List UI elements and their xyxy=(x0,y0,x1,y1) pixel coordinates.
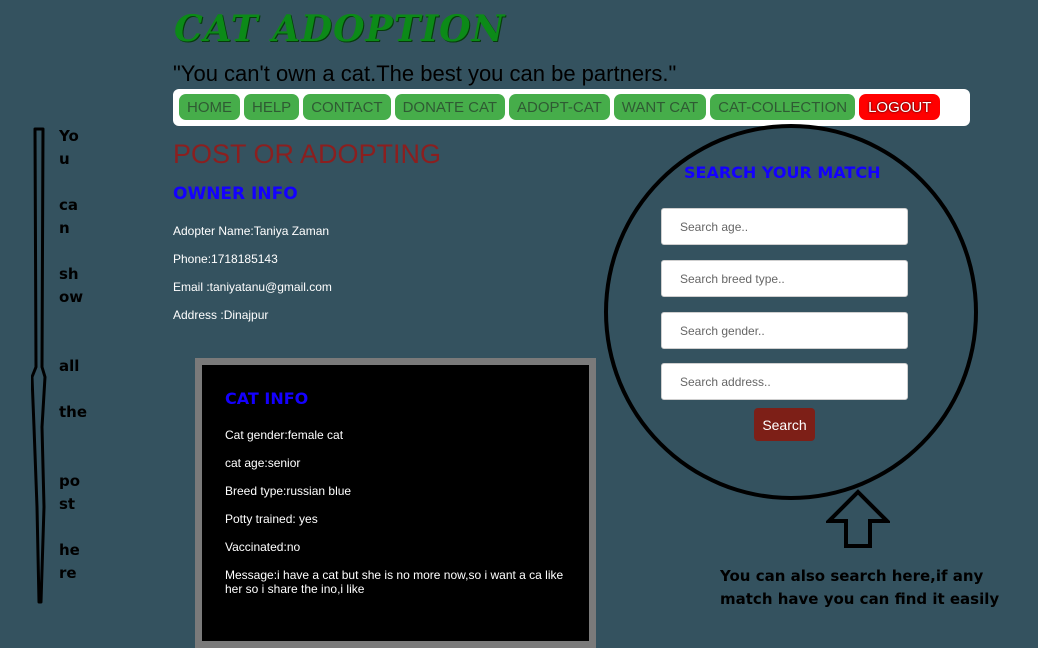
logout-button[interactable]: LOGOUT xyxy=(859,94,941,120)
side-word: the xyxy=(59,403,88,421)
owner-phone: Phone:1718185143 xyxy=(173,252,278,266)
search-breed-input[interactable] xyxy=(661,260,908,297)
side-word: all xyxy=(59,357,80,375)
side-word: st xyxy=(59,495,76,513)
side-word: n xyxy=(59,219,70,237)
cat-age: cat age:senior xyxy=(225,456,301,470)
main-nav: HOME HELP CONTACT DONATE CAT ADOPT-CAT W… xyxy=(173,89,970,126)
cat-breed: Breed type:russian blue xyxy=(225,484,352,498)
search-age-input[interactable] xyxy=(661,208,908,245)
cat-potty-trained: Potty trained: yes xyxy=(225,512,318,526)
search-annotation-line2: match have you can find it easily xyxy=(720,590,1000,608)
side-word: u xyxy=(59,150,70,168)
side-word: sh xyxy=(59,265,79,283)
nav-donate-cat-button[interactable]: DONATE CAT xyxy=(394,94,506,120)
nav-home-button[interactable]: HOME xyxy=(179,94,240,120)
cat-vaccinated: Vaccinated:no xyxy=(225,540,301,554)
side-word: ca xyxy=(59,196,79,214)
cat-info-heading: CAT INFO xyxy=(225,389,309,408)
owner-name: Adopter Name:Taniya Zaman xyxy=(173,224,330,238)
nav-cat-collection-button[interactable]: CAT-COLLECTION xyxy=(710,94,856,120)
search-annotation-line1: You can also search here,if any xyxy=(720,567,984,585)
nav-want-cat-button[interactable]: WANT CAT xyxy=(613,94,707,120)
side-word: re xyxy=(59,564,77,582)
side-word: he xyxy=(59,541,80,559)
cat-info-panel: CAT INFO Cat gender:female cat cat age:s… xyxy=(195,358,596,648)
cat-message: Message:i have a cat but she is no more … xyxy=(225,568,564,596)
search-gender-input[interactable] xyxy=(661,312,908,349)
side-word: po xyxy=(59,472,81,490)
up-arrow-icon xyxy=(826,489,890,548)
tagline: "You can't own a cat.The best you can be… xyxy=(173,61,677,86)
nav-help-button[interactable]: HELP xyxy=(244,94,300,120)
owner-email: Email :taniyatanu@gmail.com xyxy=(173,280,332,294)
search-button[interactable]: Search xyxy=(754,408,815,441)
owner-address: Address :Dinajpur xyxy=(173,308,269,322)
nav-adopt-cat-button[interactable]: ADOPT-CAT xyxy=(509,94,610,120)
owner-info-heading: OWNER INFO xyxy=(173,184,298,204)
nav-contact-button[interactable]: CONTACT xyxy=(303,94,391,120)
search-heading: SEARCH YOUR MATCH xyxy=(684,163,881,182)
site-title: CAT ADOPTION xyxy=(174,8,506,50)
section-title: POST OR ADOPTING xyxy=(173,139,442,169)
search-address-input[interactable] xyxy=(661,363,908,400)
search-annotation-note: You can also search here,if any match ha… xyxy=(720,565,1020,611)
side-word: Yo xyxy=(59,127,79,145)
cat-gender: Cat gender:female cat xyxy=(225,428,344,442)
side-word: ow xyxy=(59,288,84,306)
side-line-annotation xyxy=(31,127,47,604)
